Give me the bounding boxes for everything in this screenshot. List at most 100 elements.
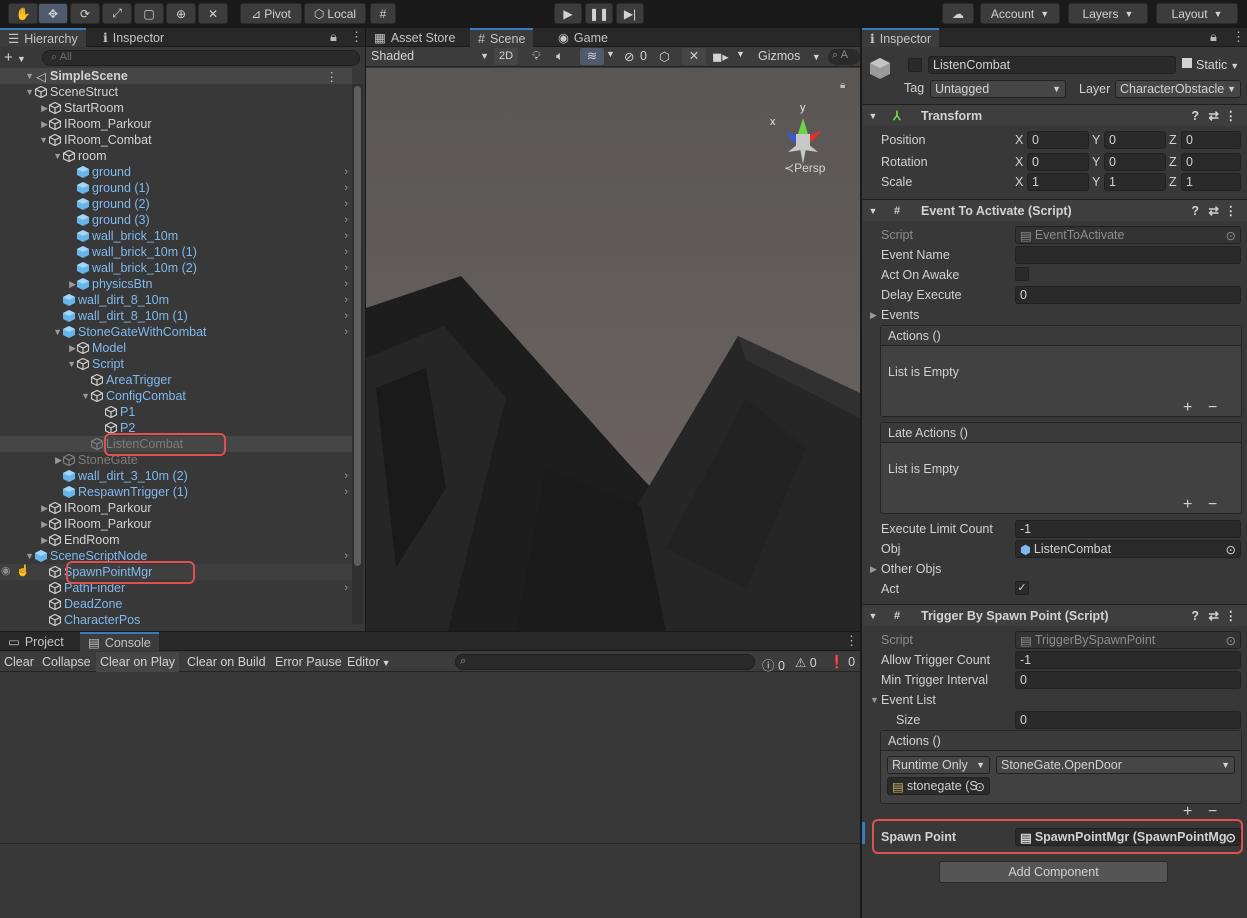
expand-arrow-icon[interactable]: ▼ bbox=[0, 327, 62, 337]
y-axis-label[interactable]: Y bbox=[1092, 133, 1100, 147]
execute-limit-input[interactable]: -1 bbox=[1015, 520, 1241, 538]
object-name-input[interactable]: ListenCombat bbox=[928, 56, 1176, 74]
expand-arrow-icon[interactable]: ▶ bbox=[0, 343, 76, 354]
z-axis-label[interactable]: Z bbox=[1169, 175, 1177, 189]
account-dropdown[interactable]: Account ▼ bbox=[980, 3, 1060, 24]
min-interval-input[interactable]: 0 bbox=[1015, 671, 1241, 689]
position-y-input[interactable]: 0 bbox=[1104, 131, 1166, 149]
expand-arrow-icon[interactable]: ▼ bbox=[0, 391, 90, 401]
create-button[interactable]: + ▼ bbox=[4, 49, 26, 66]
orientation-gizmo[interactable]: y x bbox=[770, 102, 828, 166]
expand-arrow-icon[interactable]: ▶ bbox=[0, 119, 48, 130]
transform-tool-button[interactable]: ⊕ bbox=[166, 3, 196, 24]
tab-project[interactable]: ▭ Project bbox=[0, 632, 72, 651]
audio-icon[interactable]: 🔈︎ bbox=[556, 49, 564, 64]
add-component-button[interactable]: Add Component bbox=[939, 861, 1168, 883]
kebab-menu-icon[interactable]: ⋮ bbox=[845, 633, 858, 649]
hierarchy-row[interactable]: P1 bbox=[0, 404, 352, 420]
scene-row[interactable]: ▼ ◁ SimpleScene ⋮ bbox=[0, 68, 352, 84]
rotate-tool-button[interactable]: ⟳ bbox=[70, 3, 100, 24]
chevron-right-icon[interactable]: › bbox=[344, 310, 348, 322]
tab-console[interactable]: ▤ Console bbox=[80, 632, 159, 651]
collapse-button[interactable]: Collapse bbox=[42, 655, 91, 669]
hierarchy-row[interactable]: ▶ Model bbox=[0, 340, 352, 356]
chevron-right-icon[interactable]: › bbox=[344, 294, 348, 306]
editor-dropdown[interactable]: Editor ▼ bbox=[347, 655, 391, 669]
z-axis-label[interactable]: Z bbox=[1169, 155, 1177, 169]
hierarchy-row[interactable]: ▼ IRoom_Combat bbox=[0, 132, 352, 148]
expand-arrow-icon[interactable]: ▶ bbox=[0, 103, 48, 114]
camera-move-icon[interactable]: ⬡ bbox=[659, 49, 670, 64]
pause-button[interactable]: ❚❚ bbox=[585, 3, 613, 24]
move-tool-button[interactable]: ✥ bbox=[38, 3, 68, 24]
object-picker-icon[interactable]: ⊙ bbox=[1226, 228, 1236, 243]
hierarchy-row[interactable]: wall_brick_10m (1) › bbox=[0, 244, 352, 260]
expand-arrow-icon[interactable]: ▼ bbox=[0, 359, 76, 369]
y-axis-label[interactable]: Y bbox=[1092, 155, 1100, 169]
allow-trigger-input[interactable]: -1 bbox=[1015, 651, 1241, 669]
hierarchy-search-input[interactable]: ⌕ All bbox=[42, 50, 360, 66]
x-axis-label[interactable]: X bbox=[1015, 155, 1023, 169]
grid-snap-button[interactable]: # bbox=[370, 3, 396, 24]
visibility-eye-icon[interactable]: ◉ bbox=[1, 564, 11, 577]
target-object-field[interactable]: ▤ stonegate (S ⊙ bbox=[887, 777, 990, 795]
hierarchy-row[interactable]: ▶ IRoom_Parkour bbox=[0, 516, 352, 532]
info-count-toggle[interactable]: ⓘ 0 bbox=[762, 655, 785, 674]
scale-y-input[interactable]: 1 bbox=[1104, 173, 1166, 191]
hierarchy-row[interactable]: ▶ EndRoom bbox=[0, 532, 352, 548]
x-axis-label[interactable]: X bbox=[1015, 133, 1023, 147]
chevron-down-icon[interactable]: ▼ bbox=[606, 49, 615, 59]
hierarchy-row[interactable]: CharacterPos bbox=[0, 612, 352, 628]
kebab-menu-icon[interactable]: ⋮ bbox=[1225, 608, 1238, 623]
scrollbar-thumb[interactable] bbox=[354, 86, 361, 566]
effects-icon[interactable]: ≋ bbox=[580, 48, 604, 65]
tools-icon[interactable]: ✕ bbox=[682, 48, 706, 65]
hierarchy-row[interactable]: RespawnTrigger (1) › bbox=[0, 484, 352, 500]
expand-arrow-icon[interactable]: ▶ bbox=[0, 535, 48, 546]
expand-arrow-icon[interactable]: ▶ bbox=[870, 564, 877, 575]
step-button[interactable]: ▶| bbox=[616, 3, 644, 24]
position-x-input[interactable]: 0 bbox=[1027, 131, 1089, 149]
hierarchy-row[interactable]: wall_dirt_8_10m › bbox=[0, 292, 352, 308]
rotation-y-input[interactable]: 0 bbox=[1104, 153, 1166, 171]
hierarchy-row[interactable]: ▶ IRoom_Parkour bbox=[0, 116, 352, 132]
position-z-input[interactable]: 0 bbox=[1181, 131, 1241, 149]
hierarchy-row[interactable]: ground › bbox=[0, 164, 352, 180]
hierarchy-row[interactable]: ▼ SceneStruct bbox=[0, 84, 352, 100]
expand-arrow-icon[interactable]: ▼ bbox=[0, 135, 48, 145]
hierarchy-row[interactable]: ground (1) › bbox=[0, 180, 352, 196]
hierarchy-row[interactable]: ▼ Script bbox=[0, 356, 352, 372]
tag-dropdown[interactable]: Untagged ▼ bbox=[930, 80, 1066, 98]
lighting-icon[interactable]: 💡︎ bbox=[532, 49, 541, 64]
expand-arrow-icon[interactable]: ▶ bbox=[0, 503, 48, 514]
layers-dropdown[interactable]: Layers ▼ bbox=[1068, 3, 1148, 24]
expand-arrow-icon[interactable]: ▼ bbox=[0, 71, 34, 81]
error-pause-toggle[interactable]: Error Pause bbox=[275, 655, 342, 669]
expand-arrow-icon[interactable]: ▼ bbox=[0, 551, 34, 561]
method-dropdown[interactable]: StoneGate.OpenDoor ▼ bbox=[996, 756, 1235, 774]
event-to-activate-header[interactable]: ▼ # Event To Activate (Script) ? ⇄ ⋮ bbox=[863, 199, 1247, 221]
help-icon[interactable]: ? bbox=[1191, 609, 1199, 623]
chevron-right-icon[interactable]: › bbox=[344, 278, 348, 290]
console-search-input[interactable]: ⌕ bbox=[455, 654, 755, 670]
rotation-z-input[interactable]: 0 bbox=[1181, 153, 1241, 171]
static-dropdown[interactable]: Static ▼ bbox=[1196, 58, 1239, 72]
rotation-x-input[interactable]: 0 bbox=[1027, 153, 1089, 171]
hierarchy-row[interactable]: wall_brick_10m › bbox=[0, 228, 352, 244]
delay-execute-input[interactable]: 0 bbox=[1015, 286, 1241, 304]
chevron-right-icon[interactable]: › bbox=[344, 182, 348, 194]
help-icon[interactable]: ? bbox=[1191, 109, 1199, 123]
local-toggle[interactable]: ⬡ Local bbox=[304, 3, 366, 24]
hierarchy-scrollbar[interactable] bbox=[352, 84, 363, 624]
scene-search-input[interactable]: ⌕ A bbox=[828, 49, 860, 65]
act-on-awake-checkbox[interactable] bbox=[1015, 267, 1029, 281]
chevron-right-icon[interactable]: › bbox=[344, 230, 348, 242]
expand-arrow-icon[interactable]: ▼ bbox=[870, 695, 879, 705]
preset-icon[interactable]: ⇄ bbox=[1209, 608, 1219, 623]
rect-tool-button[interactable]: ▢ bbox=[134, 3, 164, 24]
act-checkbox[interactable]: ✓ bbox=[1015, 581, 1029, 595]
tab-inspector[interactable]: ℹ Inspector bbox=[862, 28, 940, 47]
hierarchy-row[interactable]: wall_dirt_3_10m (2) › bbox=[0, 468, 352, 484]
hierarchy-row[interactable]: ▼ room bbox=[0, 148, 352, 164]
tab-hierarchy[interactable]: ☰ Hierarchy bbox=[0, 28, 86, 47]
